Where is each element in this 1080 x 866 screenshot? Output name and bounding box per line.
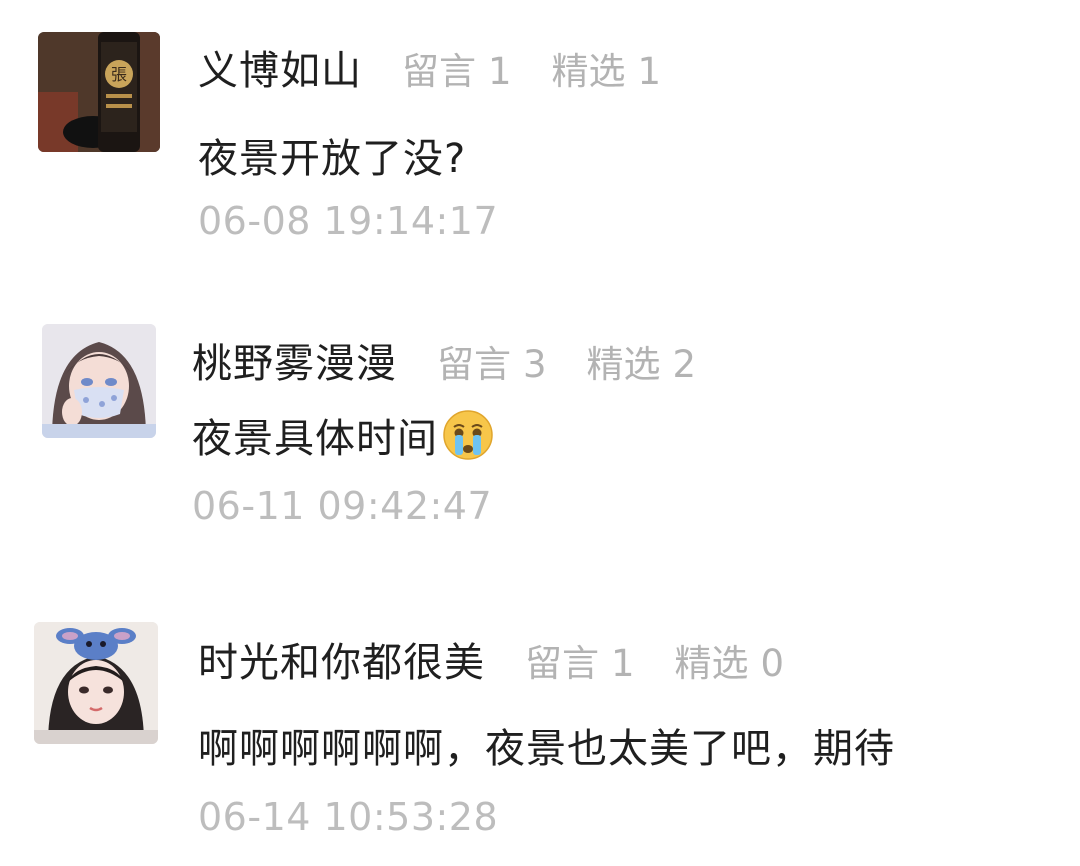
timestamp: 06-08 19:14:17 [198,199,499,243]
avatar[interactable] [42,324,156,438]
jingxuan-stat: 精选 1 [551,50,662,93]
avatar[interactable] [34,622,158,744]
comment-meta: 义博如山 留言 1 精选 1 [198,38,661,96]
username[interactable]: 义博如山 [198,38,362,96]
lantern-photo-avatar-icon: 張 [38,32,160,152]
jingxuan-stat: 精选 0 [674,642,785,685]
comment-text: 啊啊啊啊啊啊，夜景也太美了吧，期待 [198,716,895,774]
liuyan-stat: 留言 1 [402,50,512,93]
comment-text-body: 啊啊啊啊啊啊，夜景也太美了吧，期待 [198,726,895,772]
username[interactable]: 桃野雾漫漫 [192,331,397,389]
liuyan-stat: 留言 1 [525,642,635,685]
masked-girl-illustration-avatar-icon [42,324,156,438]
comment-meta: 时光和你都很美 留言 1 精选 0 [198,630,784,688]
girl-with-stitch-hat-avatar-icon [34,622,158,744]
comment-text-body: 夜景具体时间 [192,416,438,462]
svg-text:張: 張 [111,65,127,84]
jingxuan-stat: 精选 2 [586,343,697,386]
comment-text: 夜景具体时间 [192,406,494,464]
username[interactable]: 时光和你都很美 [198,630,485,688]
timestamp: 06-11 09:42:47 [192,484,493,528]
avatar[interactable]: 張 [38,32,160,152]
comment-meta: 桃野雾漫漫 留言 3 精选 2 [192,331,696,389]
liuyan-stat: 留言 3 [437,343,547,386]
comment-text-body: 夜景开放了没? [198,136,467,182]
crying-face-emoji-icon [442,409,494,461]
timestamp: 06-14 10:53:28 [198,795,499,839]
comment-text: 夜景开放了没? [198,126,466,184]
